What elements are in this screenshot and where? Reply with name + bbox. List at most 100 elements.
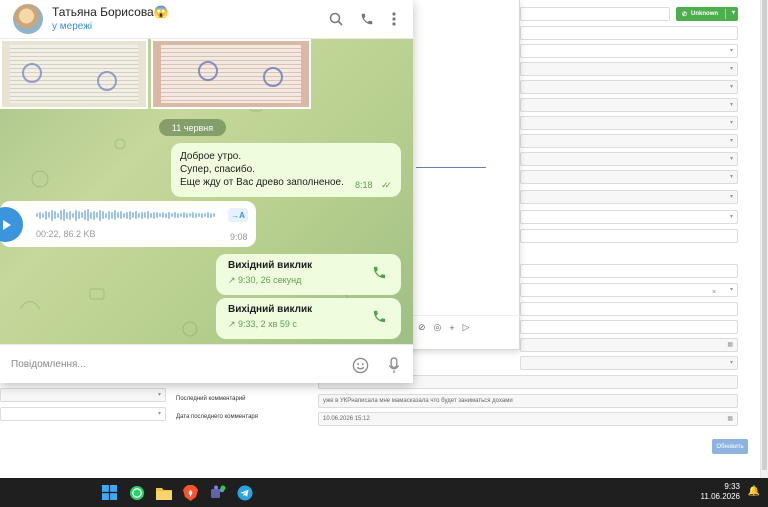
more-vertical-icon[interactable]: [386, 11, 402, 27]
crm-field[interactable]: [520, 229, 738, 243]
clock-time: 9:33: [724, 482, 740, 491]
message-line: Супер, спасибо.: [180, 164, 255, 175]
chevron-down-icon: ▾: [729, 174, 733, 180]
crm-select[interactable]: ▾: [520, 356, 738, 370]
emoji-icon[interactable]: [351, 356, 369, 374]
last-comment-date-value: 10.06.2026 15:12: [323, 416, 370, 422]
clear-icon[interactable]: ×: [712, 289, 716, 296]
teams-icon[interactable]: [209, 484, 226, 501]
last-comment-date-field[interactable]: 10.06.2026 15:12 ▦: [318, 412, 738, 426]
last-comment-date-label: Дата последнего комментаря: [176, 414, 258, 420]
crm-select[interactable]: ▾: [520, 190, 738, 204]
microphone-icon[interactable]: [385, 356, 403, 374]
transcribe-button[interactable]: →A: [228, 208, 248, 222]
crm-select[interactable]: ▾: [520, 116, 738, 130]
telegram-icon[interactable]: [236, 484, 253, 501]
avatar[interactable]: [13, 4, 43, 34]
last-comment-label: Последний комментарий: [176, 396, 246, 402]
crm-select[interactable]: ▾: [520, 62, 738, 76]
outgoing-call-message[interactable]: Вихідний виклик ↗ 9:33, 2 хв 59 с: [216, 298, 401, 339]
plus-icon[interactable]: +: [449, 323, 454, 333]
contact-name-text: Татьяна Борисова: [52, 5, 154, 19]
contact-emoji: 😱: [153, 5, 169, 19]
photo-message[interactable]: [0, 39, 148, 109]
phone-icon[interactable]: [371, 308, 387, 324]
message-line: Доброе утро.: [180, 151, 242, 162]
mention-icon[interactable]: ◎: [434, 322, 442, 333]
call-title: Вихідний виклик: [228, 304, 313, 315]
calendar-icon: ▦: [727, 416, 733, 422]
contact-name[interactable]: Татьяна Борисова😱: [52, 5, 169, 19]
editor-toolbar: ⊘ ◎ + ▷: [406, 315, 520, 339]
read-checks-icon: ✓✓: [381, 180, 392, 190]
crm-select[interactable]: ▾: [520, 98, 738, 112]
call-detail-text: 9:30, 26 секунд: [238, 275, 302, 285]
taskbar: 9:33 11.06.2026 🔔: [0, 478, 768, 507]
calendar-icon: ▦: [727, 342, 733, 348]
voice-message[interactable]: →A 00:22, 86.2 KB 9:08: [0, 201, 256, 247]
editor-window: ⊘ ◎ + ▷: [405, 0, 520, 350]
phone-icon[interactable]: [371, 264, 387, 280]
chevron-down-icon: ▾: [157, 392, 161, 398]
message-time: 8:18: [355, 180, 373, 190]
crm-select[interactable]: ▾: [520, 152, 738, 166]
last-comment-value: уже в УКРнаписала мне мамасказала что бу…: [323, 398, 513, 404]
crm-select[interactable]: ▾: [0, 388, 166, 402]
chevron-down-icon: ▾: [729, 194, 733, 200]
photo-message[interactable]: [151, 39, 311, 109]
crm-field[interactable]: ▾: [520, 210, 738, 224]
chevron-down-icon: ▾: [729, 48, 733, 54]
crm-date-field[interactable]: ▦: [520, 338, 738, 352]
unknown-status-button[interactable]: ✆ Unknown ▾: [676, 7, 738, 21]
attach-icon[interactable]: ⊘: [418, 322, 426, 333]
brave-browser-icon[interactable]: [182, 484, 199, 501]
outgoing-arrow-icon: ↗: [228, 319, 239, 329]
outgoing-call-message[interactable]: Вихідний виклик ↗ 9:30, 26 секунд: [216, 254, 401, 295]
scrollbar[interactable]: [760, 0, 768, 478]
file-explorer-icon[interactable]: [155, 484, 172, 501]
notification-bell-icon[interactable]: 🔔: [748, 486, 760, 497]
call-detail-text: 9:33, 2 хв 59 с: [238, 319, 297, 329]
message-time: 9:08: [230, 232, 248, 242]
chat-area[interactable]: 11 червня Доброе утро. Супер, спасибо. Е…: [0, 39, 413, 344]
chevron-down-icon: ▾: [729, 156, 733, 162]
chevron-down-icon: ▾: [157, 411, 161, 417]
chevron-down-icon: ▾: [729, 287, 733, 293]
crm-field[interactable]: ▾: [520, 283, 738, 297]
play-icon: [2, 219, 11, 230]
chevron-down-icon: ▾: [731, 10, 735, 16]
last-comment-field[interactable]: уже в УКРнаписала мне мамасказала что бу…: [318, 394, 738, 408]
chevron-down-icon: ▾: [729, 214, 733, 220]
chevron-down-icon: ▾: [729, 66, 733, 72]
crm-field[interactable]: [520, 302, 738, 316]
message-composer: Повідомлення...: [0, 344, 413, 383]
search-icon[interactable]: [328, 11, 344, 27]
windows-start-icon[interactable]: [101, 484, 118, 501]
call-detail: ↗ 9:33, 2 хв 59 с: [228, 319, 297, 330]
chevron-down-icon: ▾: [729, 84, 733, 90]
crm-field[interactable]: [520, 320, 738, 334]
outgoing-message[interactable]: Доброе утро. Супер, спасибо. Еще жду от …: [171, 143, 401, 197]
play-button[interactable]: [0, 207, 23, 242]
chevron-down-icon: ▾: [729, 120, 733, 126]
system-clock[interactable]: 9:33 11.06.2026: [701, 482, 740, 502]
whatsapp-icon[interactable]: [128, 484, 145, 501]
crm-select[interactable]: ▾: [520, 134, 738, 148]
message-input[interactable]: Повідомлення...: [11, 359, 86, 370]
crm-field[interactable]: [520, 7, 670, 21]
clock-date: 11.06.2026: [700, 492, 740, 501]
phone-icon[interactable]: [359, 11, 375, 27]
crm-field[interactable]: [520, 26, 738, 40]
crm-select[interactable]: ▾: [520, 170, 738, 184]
waveform[interactable]: [36, 209, 215, 221]
crm-select[interactable]: ▾: [0, 407, 166, 421]
crm-select[interactable]: ▾: [520, 80, 738, 94]
send-icon[interactable]: ▷: [463, 322, 470, 333]
crm-field[interactable]: [520, 264, 738, 278]
message-line: Еще жду от Вас древо заполненое.: [180, 177, 344, 188]
contact-status: у мережі: [52, 21, 93, 32]
unknown-button-label: Unknown: [691, 11, 719, 17]
crm-field[interactable]: ▾: [520, 44, 738, 58]
refresh-button[interactable]: Обновить: [712, 439, 748, 454]
call-title: Вихідний виклик: [228, 260, 313, 271]
